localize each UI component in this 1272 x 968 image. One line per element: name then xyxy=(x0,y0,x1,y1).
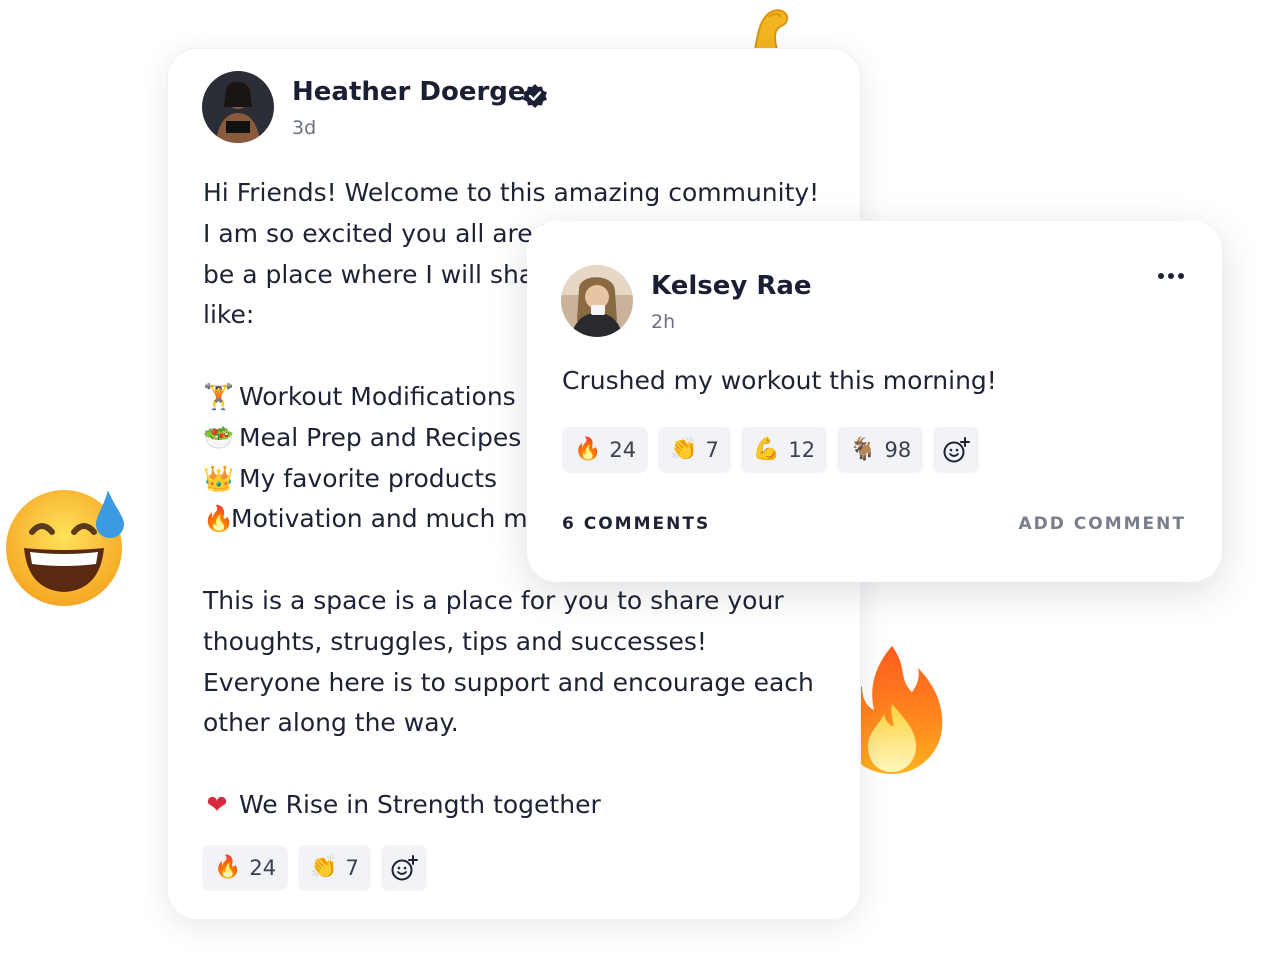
more-options-icon[interactable] xyxy=(1158,273,1184,279)
reaction-chip-goat[interactable]: 🐐 98 xyxy=(837,427,924,473)
heart-icon: ❤ xyxy=(206,789,228,819)
closing-line: ❤ We Rise in Strength together xyxy=(203,785,843,826)
reaction-count: 98 xyxy=(884,438,912,462)
goat-icon: 🐐 xyxy=(849,437,877,462)
reaction-chip-clap[interactable]: 👏 7 xyxy=(298,845,371,891)
author-avatar[interactable] xyxy=(202,71,274,143)
reaction-count: 7 xyxy=(705,438,719,462)
post-line: This is a space is a place for you to sh… xyxy=(203,585,784,615)
post-line: other along the way. xyxy=(203,708,459,738)
post-line: thoughts, struggles, tips and successes! xyxy=(203,626,707,656)
clapping-hands-icon: 👏 xyxy=(670,437,698,462)
add-reaction-button[interactable] xyxy=(933,427,980,473)
salad-icon: 🥗 xyxy=(203,422,235,452)
post-text: Crushed my workout this morning! xyxy=(562,366,997,395)
add-reaction-button[interactable] xyxy=(380,845,427,891)
post-timestamp: 3d xyxy=(292,117,317,139)
fire-icon: 🔥 xyxy=(214,855,242,880)
kelsey-post-card: Kelsey Rae 2h Crushed my workout this mo… xyxy=(527,221,1222,582)
clapping-hands-icon: 👏 xyxy=(310,855,338,880)
add-comment-button[interactable]: ADD COMMENT xyxy=(1019,514,1187,534)
post-line: Hi Friends! Welcome to this amazing comm… xyxy=(203,178,820,207)
verified-badge-icon xyxy=(523,84,547,108)
fire-icon: 🔥 xyxy=(203,504,235,534)
comments-count-link[interactable]: 6 COMMENTS xyxy=(562,514,710,534)
reaction-bar: 🔥 24 👏 7 xyxy=(202,845,427,891)
reaction-chip-clap[interactable]: 👏 7 xyxy=(658,427,731,473)
reaction-chip-fire[interactable]: 🔥 24 xyxy=(562,427,649,473)
add-reaction-icon xyxy=(943,437,971,463)
reaction-chip-muscle[interactable]: 💪 12 xyxy=(740,427,828,473)
reaction-count: 12 xyxy=(788,438,816,462)
flexed-biceps-icon: 💪 xyxy=(752,437,781,462)
reaction-bar: 🔥 24 👏 7 💪 12 🐐 98 xyxy=(562,427,980,473)
reaction-count: 24 xyxy=(249,856,277,880)
reaction-count: 7 xyxy=(345,856,359,880)
grinning-sweat-emoji xyxy=(6,490,124,606)
post-line: Everyone here is to support and encourag… xyxy=(203,667,814,697)
author-name[interactable]: Kelsey Rae xyxy=(651,271,812,301)
add-reaction-icon xyxy=(391,855,418,881)
author-name[interactable]: Heather Doerge xyxy=(292,77,526,107)
post-timestamp: 2h xyxy=(651,311,676,333)
fire-icon: 🔥 xyxy=(574,437,602,462)
reaction-count: 24 xyxy=(609,438,637,462)
reaction-chip-fire[interactable]: 🔥 24 xyxy=(202,845,289,891)
author-avatar[interactable] xyxy=(561,265,633,337)
crown-icon: 👑 xyxy=(203,463,235,493)
weightlifter-icon: 🏋 xyxy=(203,381,235,411)
